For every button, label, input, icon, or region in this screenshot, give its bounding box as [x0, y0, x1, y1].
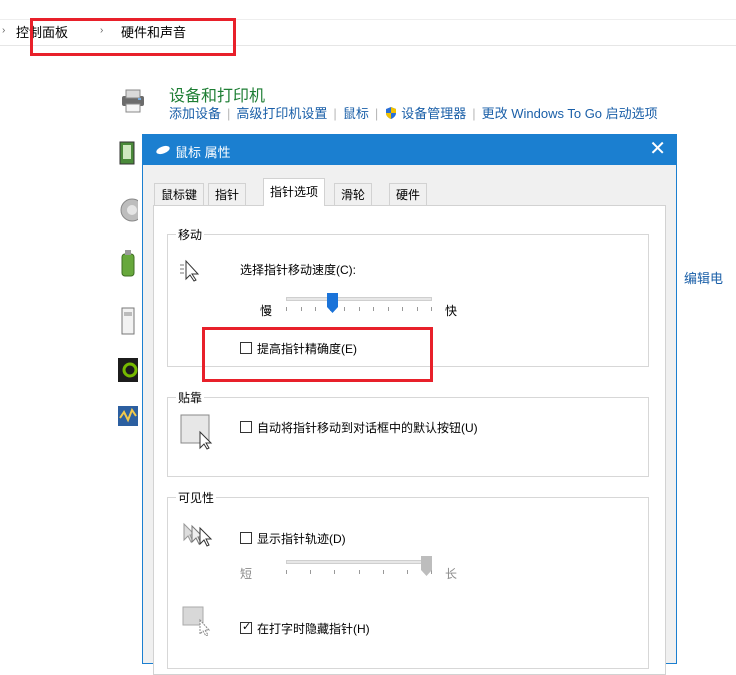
snap-to-checkbox[interactable] — [240, 421, 252, 433]
hide-while-typing-checkbox[interactable]: ✓ — [240, 621, 252, 634]
highlight-box — [30, 18, 236, 56]
slider-tick — [315, 307, 316, 311]
fast-label: 快 — [445, 304, 458, 318]
slider-tick — [286, 570, 287, 574]
category-links: 添加设备 | 高级打印机设置 | 鼠标 | 设备管理器 | 更改 Windows To Go 启… — [169, 106, 658, 121]
checkmark-icon: ✓ — [242, 621, 252, 633]
pointer-speed-icon — [180, 259, 206, 289]
slider-tick — [431, 307, 432, 311]
link-advanced-printer-setup[interactable]: 高级打印机设置 — [236, 106, 327, 121]
speed-label: 选择指针移动速度(C): — [240, 263, 356, 277]
pointer-trails-icon — [182, 522, 216, 550]
dialog-titlebar[interactable]: 鼠标 属性 ✕ — [143, 135, 676, 165]
snap-to-label[interactable]: 自动将指针移动到对话框中的默认按钮(U) — [257, 419, 478, 436]
snap-to-icon — [180, 414, 216, 450]
highlight-box — [202, 327, 433, 382]
media-icon — [118, 140, 138, 166]
slider-tick — [402, 307, 403, 311]
group-label-motion: 移动 — [176, 226, 205, 243]
slider-tick — [373, 307, 374, 311]
tab-panel: 移动 选择指针移动速度(C): 慢 快 提高指针精确度(E) 贴靠 自动将指针移… — [153, 205, 666, 675]
pointer-speed-slider[interactable] — [286, 293, 432, 321]
slider-track — [286, 560, 432, 564]
slow-label: 慢 — [260, 304, 273, 318]
slider-track — [286, 297, 432, 301]
group-visibility: 可见性 显示指针轨迹(D) 短 长 ✓ 在打字时隐藏指针(H) — [167, 489, 649, 669]
slider-thumb[interactable] — [327, 293, 338, 313]
slider-tick — [359, 570, 360, 574]
dialog-title: 鼠标 属性 — [175, 145, 231, 160]
shield-icon — [384, 106, 398, 120]
audio-icon — [118, 404, 138, 428]
pointer-trails-label[interactable]: 显示指针轨迹(D) — [257, 530, 346, 547]
link-add-device[interactable]: 添加设备 — [169, 106, 221, 121]
hide-pointer-icon — [182, 606, 214, 637]
mouse-properties-dialog: 鼠标 属性 ✕ 鼠标键 指针 指针选项 滑轮 硬件 移动 选择指针移动速度(C)… — [142, 134, 677, 675]
link-windows-to-go[interactable]: 更改 Windows To Go 启动选项 — [482, 106, 658, 121]
tab-pointers[interactable]: 指针 — [208, 183, 247, 205]
slider-tick — [286, 307, 287, 311]
device-icon — [118, 306, 138, 336]
slider-tick — [388, 307, 389, 311]
link-mouse[interactable]: 鼠标 — [343, 106, 369, 121]
power-icon — [118, 250, 138, 280]
mouse-icon — [155, 144, 171, 158]
slider-tick — [407, 570, 408, 574]
printer-icon — [118, 86, 148, 116]
slider-tick — [334, 570, 335, 574]
slider-tick — [301, 307, 302, 311]
short-label: 短 — [240, 567, 253, 581]
slider-tick — [359, 307, 360, 311]
group-snap-to: 贴靠 自动将指针移动到对话框中的默认按钮(U) — [167, 389, 649, 477]
group-label-snap-to: 贴靠 — [176, 389, 205, 406]
link-device-manager[interactable]: 设备管理器 — [401, 106, 466, 121]
speaker-icon — [118, 196, 144, 224]
nvidia-icon — [118, 358, 138, 382]
pointer-trails-slider[interactable] — [286, 556, 432, 584]
tab-wheel[interactable]: 滑轮 — [334, 183, 373, 205]
hide-while-typing-label[interactable]: 在打字时隐藏指针(H) — [257, 620, 370, 637]
slider-tick — [417, 307, 418, 311]
tab-buttons[interactable]: 鼠标键 — [154, 183, 205, 205]
tab-hardware[interactable]: 硬件 — [389, 183, 428, 205]
group-label-visibility: 可见性 — [176, 489, 217, 506]
slider-tick — [344, 307, 345, 311]
slider-tick — [310, 570, 311, 574]
slider-thumb[interactable] — [421, 556, 432, 576]
link-edit-power[interactable]: 编辑电 — [684, 268, 723, 287]
breadcrumb-separator: › — [2, 25, 6, 36]
slider-tick — [383, 570, 384, 574]
tab-pointer-options[interactable]: 指针选项 — [263, 178, 326, 206]
long-label: 长 — [445, 567, 458, 581]
pointer-trails-checkbox[interactable] — [240, 532, 252, 544]
close-icon[interactable]: ✕ — [649, 138, 666, 160]
